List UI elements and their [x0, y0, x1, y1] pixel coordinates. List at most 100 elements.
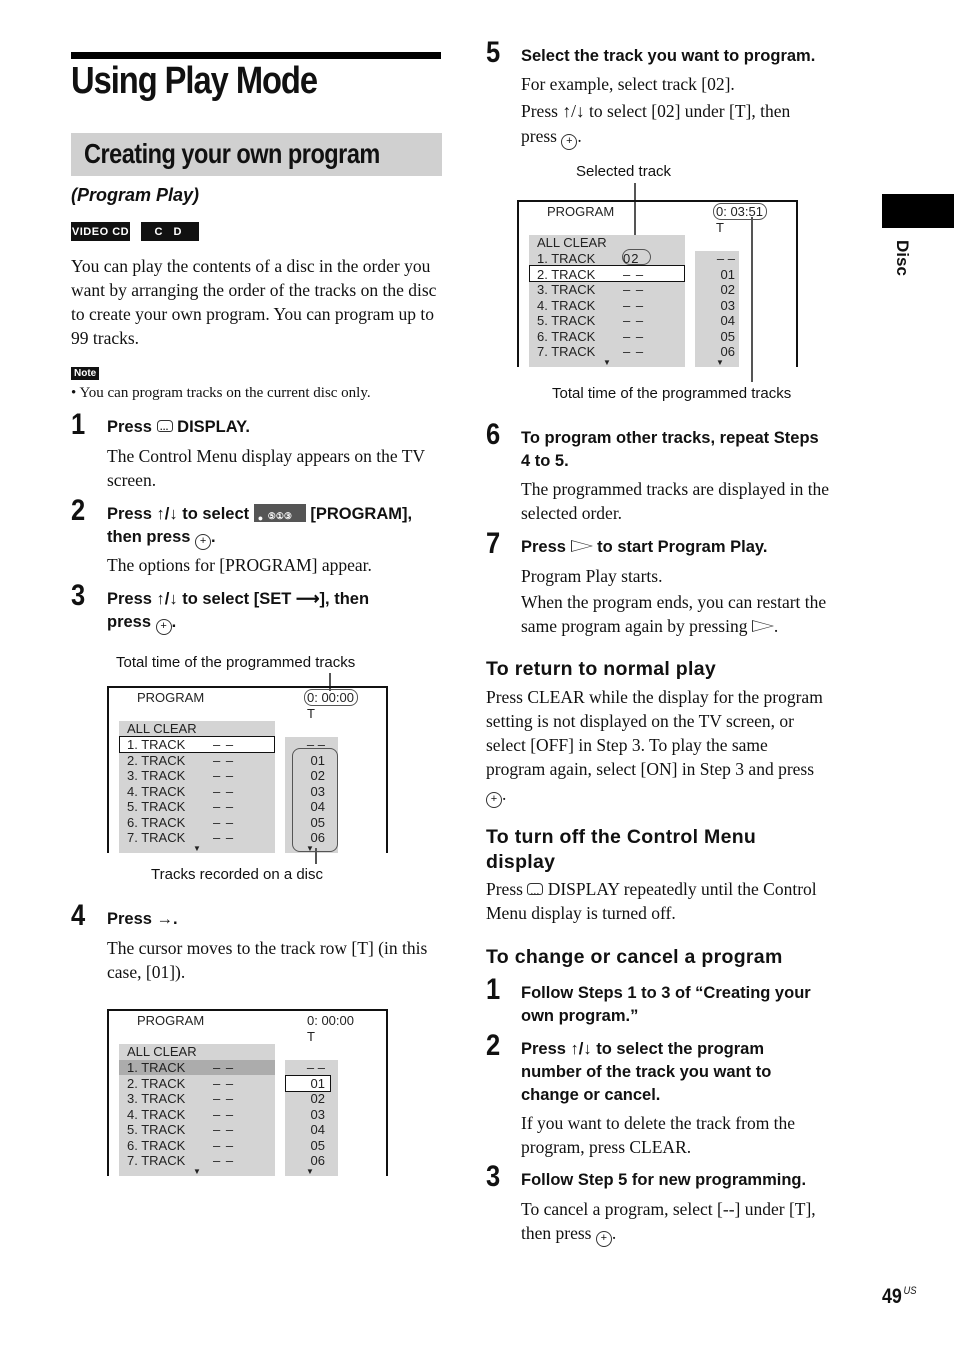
program-track-row[interactable]: 7. TRACK: [127, 1153, 185, 1168]
note-text: • You can program tracks on the current …: [71, 385, 371, 401]
disc-track-number[interactable]: – –: [705, 251, 735, 266]
disc-track-number[interactable]: 03: [705, 298, 735, 313]
program-track-row[interactable]: 3. TRACK: [127, 1091, 185, 1106]
program-track-row[interactable]: 2. TRACK: [537, 267, 595, 282]
program-screen-1: PROGRAM 0: 00:00 T ALL CLEAR 1. TRACK – –…: [107, 686, 388, 853]
program-track-value: – –: [213, 814, 235, 830]
step-2-head-post: then press: [107, 528, 191, 546]
step-number: 7: [486, 527, 501, 560]
disc-track-number[interactable]: 02: [295, 768, 325, 783]
scroll-down-icon: ▼: [603, 358, 611, 367]
screen-total-time: 0: 00:00: [307, 1013, 354, 1028]
all-clear-item[interactable]: ALL CLEAR: [127, 721, 197, 736]
callout-selected-track: Selected track: [576, 163, 672, 180]
program-track-row[interactable]: 2. TRACK: [127, 753, 185, 768]
step-number: 3: [71, 579, 86, 612]
disc-track-number[interactable]: 06: [295, 1153, 325, 1168]
program-track-row[interactable]: 1. TRACK: [127, 737, 185, 752]
program-track-row[interactable]: 3. TRACK: [537, 282, 595, 297]
disc-track-number[interactable]: 04: [295, 1122, 325, 1137]
scroll-down-icon: ▼: [306, 844, 314, 853]
disc-track-number[interactable]: 03: [295, 1107, 325, 1122]
all-clear-item[interactable]: ALL CLEAR: [127, 1044, 197, 1059]
callout-total-time: Total time of the programmed tracks: [116, 654, 356, 671]
program-track-value: – –: [623, 344, 645, 359]
step-3-heading: Press ↑/↓ to select [SET ⟶], then press …: [107, 588, 369, 635]
step-number: 1: [486, 973, 501, 1006]
step-3-head-text: Press ↑/↓ to select [SET ⟶], then: [107, 590, 370, 608]
callout-line: [315, 848, 317, 864]
disc-track-number[interactable]: 06: [295, 830, 325, 845]
step-2-head-mid: [PROGRAM],: [310, 505, 413, 523]
program-track-row[interactable]: 7. TRACK: [127, 830, 185, 845]
program-track-row[interactable]: 1. TRACK: [127, 1060, 185, 1075]
disc-track-number[interactable]: 03: [295, 784, 325, 799]
screen-title: PROGRAM: [547, 204, 615, 219]
return-normal-heading: To return to normal play: [486, 658, 717, 680]
disc-track-number[interactable]: 04: [705, 313, 735, 328]
cc-step-1-head-1: Follow Steps 1 to 3 of “Creating your: [521, 984, 811, 1002]
side-tab-label: Disc: [893, 240, 912, 276]
program-track-row[interactable]: 4. TRACK: [127, 1107, 185, 1122]
program-track-row[interactable]: 2. TRACK: [127, 1076, 185, 1091]
top-rule: [71, 52, 441, 59]
program-track-row[interactable]: 7. TRACK: [537, 344, 595, 359]
disc-track-number[interactable]: – –: [295, 737, 325, 752]
step-5-body-3: press +.: [521, 124, 582, 150]
note-badge: Note: [71, 367, 100, 380]
program-track-row[interactable]: 6. TRACK: [537, 329, 595, 344]
display-button-icon: [527, 879, 544, 903]
callout-line: [751, 217, 753, 382]
program-track-row[interactable]: 5. TRACK: [127, 1122, 185, 1137]
turn-off-line-1-pre: Press: [486, 879, 523, 899]
step-4-body: The cursor moves to the track row [T] (i…: [107, 938, 428, 982]
program-track-row[interactable]: 5. TRACK: [127, 799, 185, 814]
program-track-row[interactable]: 6. TRACK: [127, 1138, 185, 1153]
program-track-row[interactable]: 4. TRACK: [127, 784, 185, 799]
step-1-head-text: Press: [107, 418, 152, 436]
screen-t-label: T: [307, 1029, 315, 1044]
step-number: 5: [486, 36, 501, 69]
disc-track-number[interactable]: 01: [705, 267, 735, 282]
program-track-value: – –: [213, 768, 235, 783]
disc-track-number[interactable]: 02: [295, 1091, 325, 1106]
program-track-row[interactable]: 5. TRACK: [537, 313, 595, 328]
step-number: 4: [71, 899, 86, 932]
program-track-row[interactable]: 3. TRACK: [127, 768, 185, 783]
return-normal-line-4: program again, select [ON] in Step 3 and…: [486, 759, 815, 779]
step-5-body-3-text: press: [521, 126, 557, 146]
turn-off-heading: To turn off the Control Menu display: [486, 825, 756, 875]
disc-track-number[interactable]: – –: [295, 1060, 325, 1075]
step-6-head-post: 4 to 5.: [521, 452, 569, 470]
program-track-value: – –: [623, 297, 645, 313]
disc-track-number[interactable]: 05: [295, 815, 325, 830]
disc-track-number[interactable]: 04: [295, 799, 325, 814]
cc-step-2-head-1: Press ↑/↓ to select the program: [521, 1040, 764, 1058]
subtitle: (Program Play): [71, 185, 200, 205]
program-screen-2: PROGRAM 0: 00:00 T ALL CLEAR 1. TRACK – –…: [107, 1009, 388, 1176]
disc-track-number[interactable]: 01: [295, 753, 325, 768]
step-7-body-2: When the program ends, you can restart t…: [521, 592, 827, 612]
cc-step-2-head-2: number of the track you want to: [521, 1063, 772, 1081]
disc-track-number[interactable]: 06: [705, 344, 735, 359]
step-4-heading: Press →.: [107, 910, 178, 928]
disc-track-number[interactable]: 02: [705, 282, 735, 297]
page-title: Using Play Mode: [71, 60, 318, 102]
page-region-suffix: US: [903, 1285, 917, 1297]
step-5-body-1: For example, select track [02].: [521, 74, 735, 94]
all-clear-item[interactable]: ALL CLEAR: [537, 235, 607, 250]
step-6-body-1: The programmed tracks are displayed in t…: [521, 479, 830, 499]
cc-step-3-heading: Follow Step 5 for new programming.: [521, 1171, 807, 1189]
step-7-body-1: Program Play starts.: [521, 566, 663, 586]
screen-total-time: 0: 03:51: [716, 204, 763, 219]
program-track-row[interactable]: 1. TRACK: [537, 251, 595, 266]
program-track-row[interactable]: 6. TRACK: [127, 815, 185, 830]
turn-off-line-1: Press DISPLAY repeatedly until the Contr…: [486, 877, 817, 903]
program-track-row[interactable]: 4. TRACK: [537, 298, 595, 313]
cd-badge: C D: [141, 222, 199, 241]
disc-track-number[interactable]: 05: [705, 329, 735, 344]
disc-track-number[interactable]: 01: [295, 1076, 325, 1091]
program-track-value: – –: [213, 783, 235, 799]
disc-track-number[interactable]: 05: [295, 1138, 325, 1153]
step-7-head-text: Press: [521, 538, 566, 556]
